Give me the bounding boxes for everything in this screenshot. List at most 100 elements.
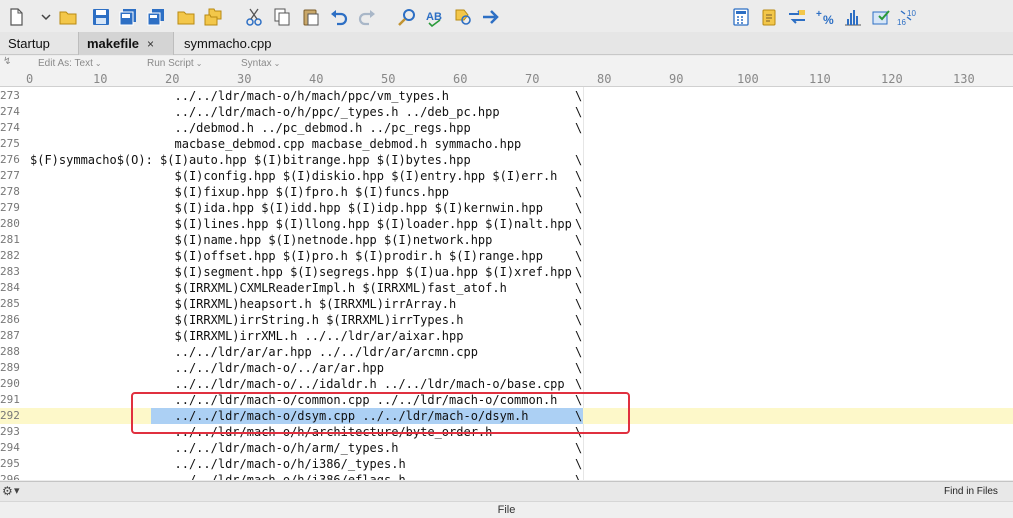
editor-window: AB +% 10 16 Startup makefile × symmacho.… xyxy=(0,0,1013,518)
chevron-down-icon: ⌄ xyxy=(195,59,203,68)
code-line[interactable]: 289 ../../ldr/mach-o/../ar/ar.hpp \ xyxy=(0,360,1013,376)
line-continuation: \ xyxy=(575,265,583,279)
code-line[interactable]: 280 $(I)lines.hpp $(I)llong.hpp $(I)load… xyxy=(0,216,1013,232)
line-continuation: \ xyxy=(575,377,583,391)
line-number: 281 xyxy=(0,233,20,246)
open-folder-icon[interactable] xyxy=(56,5,80,29)
line-text: ../../ldr/ar/ar.hpp ../../ldr/ar/arcmn.c… xyxy=(30,345,478,359)
ruler-tick: 50 xyxy=(381,72,396,86)
paste-icon[interactable] xyxy=(299,5,323,29)
line-text: $(IRRXML)CXMLReaderImpl.h $(IRRXML)fast_… xyxy=(30,281,507,295)
swap-arrows-icon[interactable] xyxy=(785,5,809,29)
code-line[interactable]: 276 $(F)symmacho$(O): $(I)auto.hpp $(I)bi… xyxy=(0,152,1013,168)
line-number: 285 xyxy=(0,297,20,310)
cut-icon[interactable] xyxy=(242,5,266,29)
collapse-icon[interactable]: ↯ xyxy=(3,56,11,67)
chevron-down-icon[interactable]: ▾ xyxy=(14,484,20,497)
code-line[interactable]: 294 ../../ldr/mach-o/h/arm/_types.h \ xyxy=(0,440,1013,456)
code-line[interactable]: 282 $(I)offset.hpp $(I)pro.h $(I)prodir.… xyxy=(0,248,1013,264)
code-line[interactable]: 283 $(I)segment.hpp $(I)segregs.hpp $(I)… xyxy=(0,264,1013,280)
tab-makefile[interactable]: makefile × xyxy=(78,32,174,55)
line-number: 279 xyxy=(0,201,20,214)
line-text: $(I)ida.hpp $(I)idd.hpp $(I)idp.hpp $(I)… xyxy=(30,201,543,215)
line-number: 289 xyxy=(0,361,20,374)
status-label: File xyxy=(497,504,516,516)
main-toolbar: AB +% 10 16 xyxy=(0,0,1013,32)
line-continuation: \ xyxy=(575,297,583,311)
ruler-tick: 100 xyxy=(737,72,759,86)
code-line[interactable]: 274 ../../ldr/mach-o/h/ppc/_types.h ../d… xyxy=(0,104,1013,120)
undo-icon[interactable] xyxy=(327,5,351,29)
gear-icon[interactable]: ⚙ xyxy=(2,484,13,498)
find-in-files-tab[interactable]: Find in Files xyxy=(944,486,998,497)
ruler-tick: 0 xyxy=(26,72,34,86)
code-line[interactable]: 288 ../../ldr/ar/ar.hpp ../../ldr/ar/arc… xyxy=(0,344,1013,360)
project-folder-icon[interactable] xyxy=(174,5,198,29)
line-continuation: \ xyxy=(575,345,583,359)
clipboard-icon[interactable] xyxy=(757,5,781,29)
line-text: $(I)name.hpp $(I)netnode.hpp $(I)network… xyxy=(30,233,493,247)
code-line[interactable]: 277 $(I)config.hpp $(I)diskio.hpp $(I)en… xyxy=(0,168,1013,184)
line-text: $(IRRXML)heapsort.h $(IRRXML)irrArray.h xyxy=(30,297,457,311)
line-continuation: \ xyxy=(575,281,583,295)
line-text: macbase_debmod.cpp macbase_debmod.h symm… xyxy=(30,137,522,151)
code-line[interactable]: 279 $(I)ida.hpp $(I)idd.hpp $(I)idp.hpp … xyxy=(0,200,1013,216)
line-continuation: \ xyxy=(575,329,583,343)
ruler-tick: 130 xyxy=(953,72,975,86)
tab-startup[interactable]: Startup xyxy=(0,32,78,55)
new-file-icon[interactable] xyxy=(4,5,28,29)
line-continuation: \ xyxy=(575,89,583,103)
code-line[interactable]: 275 macbase_debmod.cpp macbase_debmod.h … xyxy=(0,136,1013,152)
code-line[interactable]: 296 ../../ldr/mach-o/h/i386/eflags.h \ xyxy=(0,472,1013,480)
line-number: 273 xyxy=(0,89,20,102)
copy-icon[interactable] xyxy=(270,5,294,29)
close-icon[interactable]: × xyxy=(147,33,154,56)
line-text: $(IRRXML)irrString.h $(IRRXML)irrTypes.h xyxy=(30,313,464,327)
dropdown-arrow-icon[interactable] xyxy=(34,5,58,29)
line-number: 287 xyxy=(0,329,20,342)
goto-arrow-icon[interactable] xyxy=(479,5,503,29)
code-line[interactable]: 295 ../../ldr/mach-o/h/i386/_types.h \ xyxy=(0,456,1013,472)
code-line[interactable]: 287 $(IRRXML)irrXML.h ../../ldr/ar/aixar… xyxy=(0,328,1013,344)
line-continuation: \ xyxy=(575,217,583,231)
line-number: 294 xyxy=(0,441,20,454)
code-line[interactable]: 278 $(I)fixup.hpp $(I)fpro.h $(I)funcs.h… xyxy=(0,184,1013,200)
workspace-folders-icon[interactable] xyxy=(201,5,225,29)
code-line[interactable]: 286 $(IRRXML)irrString.h $(IRRXML)irrTyp… xyxy=(0,312,1013,328)
code-line[interactable]: 274 ../debmod.h ../pc_debmod.h ../pc_reg… xyxy=(0,120,1013,136)
syntax-menu[interactable]: Syntax ⌄ xyxy=(241,58,280,69)
tab-label: symmacho.cpp xyxy=(184,36,272,51)
line-number: 292 xyxy=(0,409,20,422)
run-script-menu[interactable]: Run Script ⌄ xyxy=(147,58,202,69)
edit-as-menu[interactable]: Edit As: Text ⌄ xyxy=(38,58,102,69)
ruler-tick: 60 xyxy=(453,72,468,86)
redo-icon[interactable] xyxy=(355,5,379,29)
code-line[interactable]: 285 $(IRRXML)heapsort.h $(IRRXML)irrArra… xyxy=(0,296,1013,312)
calculator-icon[interactable] xyxy=(729,5,753,29)
line-number: 290 xyxy=(0,377,20,390)
line-number: 274 xyxy=(0,105,20,118)
column-ruler: 0 10 20 30 40 50 60 70 80 90 100 110 120… xyxy=(0,71,1013,87)
spellcheck-icon[interactable]: AB xyxy=(423,5,447,29)
line-number: 283 xyxy=(0,265,20,278)
find-icon[interactable] xyxy=(395,5,419,29)
line-continuation: \ xyxy=(575,185,583,199)
code-line[interactable]: 284 $(IRRXML)CXMLReaderImpl.h $(IRRXML)f… xyxy=(0,280,1013,296)
base-convert-icon[interactable]: 10 16 xyxy=(897,5,921,29)
code-line[interactable]: 281 $(I)name.hpp $(I)netnode.hpp $(I)net… xyxy=(0,232,1013,248)
save-as-icon[interactable] xyxy=(116,5,140,29)
line-continuation: \ xyxy=(575,201,583,215)
histogram-icon[interactable] xyxy=(841,5,865,29)
percent-icon[interactable]: +% xyxy=(813,5,837,29)
find-replace-icon[interactable] xyxy=(451,5,475,29)
line-number: 293 xyxy=(0,425,20,438)
line-text: $(I)fixup.hpp $(I)fpro.h $(I)funcs.hpp xyxy=(30,185,450,199)
line-continuation: \ xyxy=(575,121,583,135)
save-all-icon[interactable] xyxy=(144,5,168,29)
code-line[interactable]: 290 ../../ldr/mach-o/../idaldr.h ../../l… xyxy=(0,376,1013,392)
tab-symmacho[interactable]: symmacho.cpp xyxy=(176,32,296,55)
save-icon[interactable] xyxy=(89,5,113,29)
line-continuation: \ xyxy=(575,249,583,263)
code-line[interactable]: 273 ../../ldr/mach-o/h/mach/ppc/vm_types… xyxy=(0,88,1013,104)
image-check-icon[interactable] xyxy=(869,5,893,29)
